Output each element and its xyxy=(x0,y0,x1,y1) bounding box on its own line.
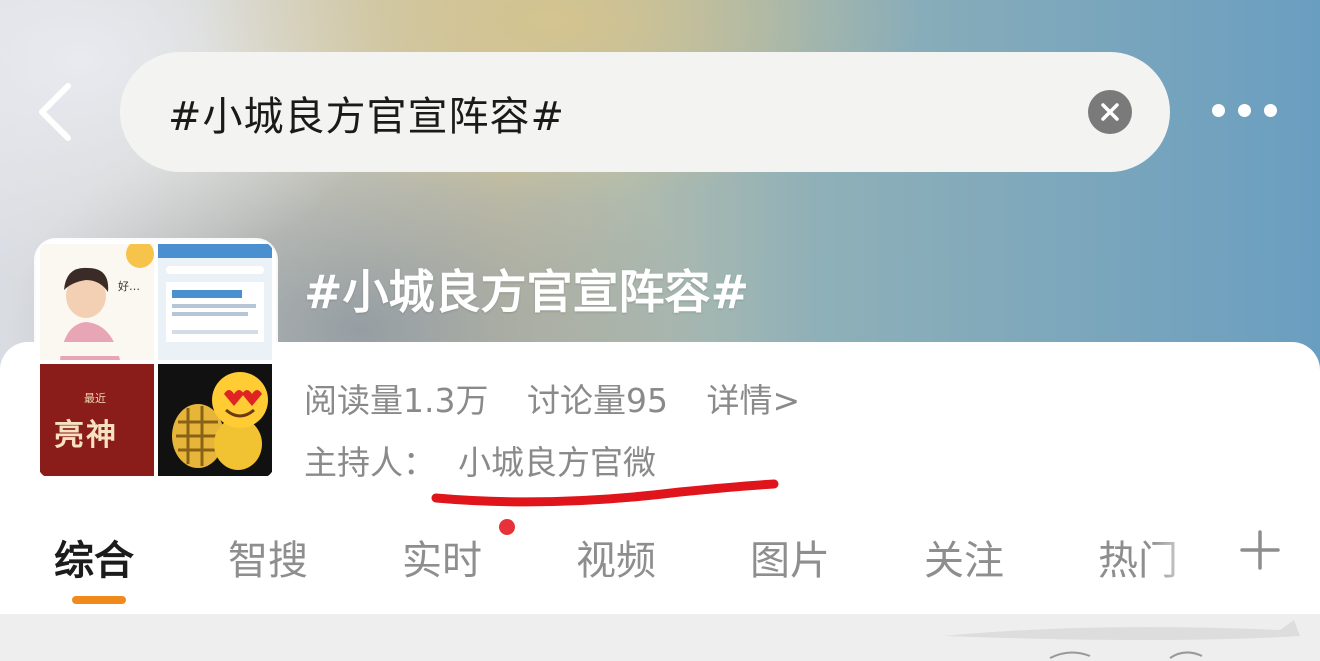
annotation-underline xyxy=(431,479,779,507)
topic-title: #小城良方官宣阵容# xyxy=(304,265,750,319)
host-label: 主持人： xyxy=(304,443,436,482)
discussion-count: 讨论量95 xyxy=(526,381,668,420)
tab-overflow-fade xyxy=(1150,526,1230,596)
thumbnail-tile-red: 最近 亮神 xyxy=(40,364,154,476)
close-circle-icon[interactable] xyxy=(1088,90,1132,134)
thumbnail-tile-screenshot xyxy=(158,244,272,360)
search-bar[interactable]: #小城良方官宣阵容# xyxy=(120,52,1170,172)
red-tile-small-text: 最近 xyxy=(84,392,106,405)
tab-following[interactable]: 关注 xyxy=(924,528,1004,586)
tab-video[interactable]: 视频 xyxy=(576,528,656,586)
more-horizontal-icon[interactable] xyxy=(1206,98,1284,126)
search-input[interactable]: #小城良方官宣阵容# xyxy=(168,84,565,142)
cartoon-caption: 好… xyxy=(118,280,140,293)
active-tab-indicator xyxy=(72,596,126,604)
read-count: 阅读量1.3万 xyxy=(304,381,489,420)
tab-realtime[interactable]: 实时 xyxy=(402,528,482,586)
plus-icon[interactable] xyxy=(1238,528,1282,572)
thumbnail-tile-cartoon: 好… xyxy=(40,244,154,360)
tab-comprehensive[interactable]: 综合 xyxy=(54,528,134,586)
watermark-art xyxy=(944,620,1300,659)
chevron-left-icon[interactable] xyxy=(34,80,82,144)
topic-stats: 阅读量1.3万 讨论量95 详情> xyxy=(304,374,828,422)
tab-images[interactable]: 图片 xyxy=(750,528,830,586)
thumbnail-tile-emoji xyxy=(158,364,272,476)
tab-bar: 综合 智搜 实时 视频 图片 关注 热门 xyxy=(0,520,1320,610)
red-tile-big-text: 亮神 xyxy=(54,418,118,453)
tab-smart-search[interactable]: 智搜 xyxy=(228,528,308,586)
topic-thumbnail[interactable]: 好… 最近 亮神 xyxy=(36,240,276,480)
details-link[interactable]: 详情> xyxy=(706,381,800,420)
realtime-badge-dot xyxy=(499,519,515,535)
